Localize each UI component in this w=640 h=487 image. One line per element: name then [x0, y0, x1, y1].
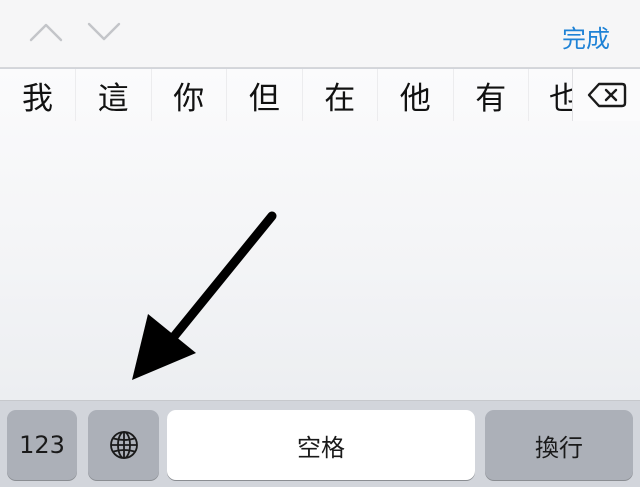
- candidate-item[interactable]: 有: [454, 69, 529, 121]
- chevron-up-icon: [29, 23, 63, 42]
- candidate-item[interactable]: 這: [76, 69, 152, 121]
- previous-field-button[interactable]: [26, 14, 66, 50]
- globe-icon: [109, 431, 138, 459]
- handwriting-area[interactable]: 我 這 你 但 在 他 有 也: [0, 69, 640, 401]
- candidate-item[interactable]: 你: [152, 69, 227, 121]
- space-key[interactable]: 空格: [167, 410, 475, 480]
- keyboard-bottom-row: 123 空格 換行: [0, 402, 640, 487]
- candidate-item[interactable]: 但: [227, 69, 303, 121]
- chevron-down-icon: [87, 22, 121, 41]
- return-key[interactable]: 換行: [485, 410, 633, 480]
- backspace-icon: [587, 82, 626, 108]
- accessory-bar: 完成: [0, 0, 640, 68]
- delete-button[interactable]: [572, 69, 640, 121]
- numbers-key[interactable]: 123: [7, 410, 77, 480]
- next-field-button[interactable]: [84, 14, 124, 50]
- candidate-item[interactable]: 他: [378, 69, 454, 121]
- done-button[interactable]: 完成: [562, 19, 610, 54]
- candidate-bar: 我 這 你 但 在 他 有 也: [0, 69, 572, 121]
- candidate-item[interactable]: 我: [0, 69, 76, 121]
- candidate-item[interactable]: 在: [303, 69, 378, 121]
- keyboard-screen: 完成 我 這 你 但 在 他 有 也 123 空格 換行: [0, 0, 640, 487]
- globe-key[interactable]: [88, 410, 159, 480]
- candidate-item[interactable]: 也: [529, 69, 572, 121]
